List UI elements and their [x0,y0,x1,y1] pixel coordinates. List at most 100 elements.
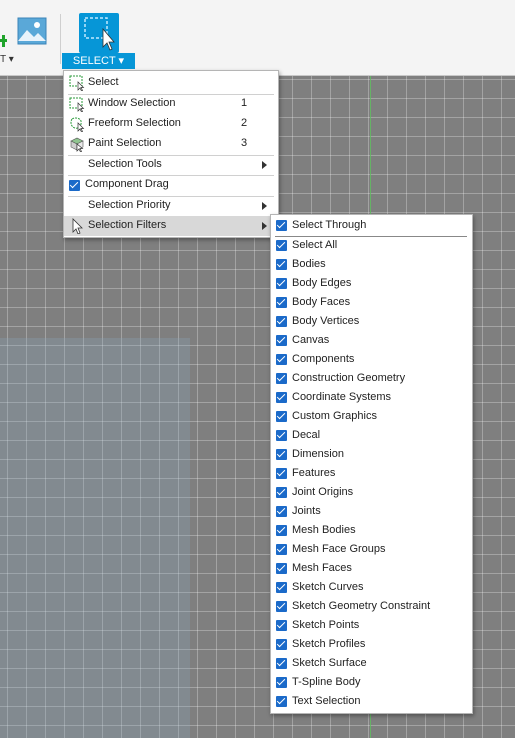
filter-item-label: Text Selection [292,695,361,707]
filter-item-t-spline-body[interactable]: T-Spline Body [271,673,472,692]
filter-item-label: Select All [292,239,338,251]
checkbox-checked-icon[interactable] [276,487,287,498]
menu-item-label: Window Selection [88,97,176,109]
filter-item-sketch-profiles[interactable]: Sketch Profiles [271,635,472,654]
checkbox-checked-icon[interactable] [276,544,287,555]
filter-item-joints[interactable]: Joints [271,502,472,521]
toolbar-separator [60,14,61,64]
checkbox-checked-icon[interactable] [276,316,287,327]
filter-item-label: Body Edges [292,277,352,289]
filter-item-label: Mesh Faces [292,562,352,574]
filter-item-label: Dimension [292,448,344,460]
filter-item-label: Bodies [292,258,326,270]
filter-item-label: Custom Graphics [292,410,377,422]
filter-item-features[interactable]: Features [271,464,472,483]
filter-item-label: Sketch Curves [292,581,364,593]
checkbox-checked-icon[interactable] [276,259,287,270]
filter-item-components[interactable]: Components [271,350,472,369]
menu-item-paint-selection[interactable]: Paint Selection 3 [64,134,278,154]
checkbox-checked-icon[interactable] [69,180,80,191]
filter-item-canvas[interactable]: Canvas [271,331,472,350]
filter-item-bodies[interactable]: Bodies [271,255,472,274]
filter-item-mesh-bodies[interactable]: Mesh Bodies [271,521,472,540]
checkbox-checked-icon[interactable] [276,430,287,441]
menu-item-select[interactable]: Select [64,73,278,93]
filter-item-sketch-curves[interactable]: Sketch Curves [271,578,472,597]
menu-item-label: Selection Filters [88,219,167,231]
checkbox-checked-icon[interactable] [276,639,287,650]
select-tool-button[interactable] [79,13,119,53]
filter-item-joint-origins[interactable]: Joint Origins [271,483,472,502]
menu-item-freeform-selection[interactable]: Freeform Selection 2 [64,114,278,134]
filter-item-custom-graphics[interactable]: Custom Graphics [271,407,472,426]
filter-item-label: Body Faces [292,296,351,308]
menu-item-selection-filters[interactable]: Selection Filters [64,216,278,236]
insert-dropdown[interactable]: T ▾ [0,54,14,65]
filter-item-decal[interactable]: Decal [271,426,472,445]
filter-item-dimension[interactable]: Dimension [271,445,472,464]
filter-item-label: Sketch Surface [292,657,367,669]
checkbox-checked-icon[interactable] [276,563,287,574]
checkbox-checked-icon[interactable] [276,506,287,517]
select-dropdown-button[interactable]: SELECT ▾ [62,53,135,69]
submenu-arrow-icon [262,202,267,210]
menu-item-window-selection[interactable]: Window Selection 1 [64,94,278,114]
checkbox-checked-icon[interactable] [276,335,287,346]
checkbox-checked-icon[interactable] [276,449,287,460]
menu-item-selection-tools[interactable]: Selection Tools [64,155,278,175]
checkbox-checked-icon[interactable] [276,468,287,479]
menu-item-label: Selection Tools [88,158,162,170]
filter-item-select-all[interactable]: Select All [271,236,472,255]
filter-item-label: Mesh Bodies [292,524,356,536]
filter-item-mesh-face-groups[interactable]: Mesh Face Groups [271,540,472,559]
checkbox-checked-icon[interactable] [276,240,287,251]
filter-item-body-faces[interactable]: Body Faces [271,293,472,312]
menu-item-label: Freeform Selection [88,117,181,129]
cursor-arrow-icon [72,218,83,234]
filter-item-label: Joint Origins [292,486,354,498]
checkbox-checked-icon[interactable] [276,220,287,231]
filter-item-construction-geometry[interactable]: Construction Geometry [271,369,472,388]
freeform-selection-icon [70,117,85,132]
filter-item-select-through[interactable]: Select Through [271,216,472,235]
filter-item-label: Components [292,353,355,365]
toolbar: T ▾ SELECT ▾ [0,0,515,76]
filter-item-label: Canvas [292,334,330,346]
paint-selection-icon [70,137,84,152]
checkbox-checked-icon[interactable] [276,354,287,365]
checkbox-checked-icon[interactable] [276,677,287,688]
filter-item-sketch-surface[interactable]: Sketch Surface [271,654,472,673]
filter-item-label: T-Spline Body [292,676,361,688]
checkbox-checked-icon[interactable] [276,392,287,403]
checkbox-checked-icon[interactable] [276,373,287,384]
checkbox-checked-icon[interactable] [276,411,287,422]
shortcut-key: 2 [241,117,248,129]
checkbox-checked-icon[interactable] [276,696,287,707]
menu-item-selection-priority[interactable]: Selection Priority [64,196,278,216]
model-face[interactable] [0,338,190,738]
checkbox-checked-icon[interactable] [276,297,287,308]
filter-item-body-edges[interactable]: Body Edges [271,274,472,293]
checkbox-checked-icon[interactable] [276,582,287,593]
filter-item-body-vertices[interactable]: Body Vertices [271,312,472,331]
checkbox-checked-icon[interactable] [276,601,287,612]
filter-item-coordinate-systems[interactable]: Coordinate Systems [271,388,472,407]
filter-item-sketch-points[interactable]: Sketch Points [271,616,472,635]
filter-item-label: Features [292,467,336,479]
window-select-icon [84,17,115,51]
filter-item-sketch-geometry-constraint[interactable]: Sketch Geometry Constraint [271,597,472,616]
checkbox-checked-icon[interactable] [276,620,287,631]
checkbox-checked-icon[interactable] [276,658,287,669]
filter-item-mesh-faces[interactable]: Mesh Faces [271,559,472,578]
shortcut-key: 3 [241,137,248,149]
filter-item-label: Sketch Geometry Constraint [292,600,431,612]
filter-item-text-selection[interactable]: Text Selection [271,692,472,711]
insert-image-icon[interactable] [17,17,47,45]
menu-item-component-drag[interactable]: Component Drag [64,175,278,195]
checkbox-checked-icon[interactable] [276,278,287,289]
plus-icon[interactable] [0,35,8,47]
filter-item-label: Mesh Face Groups [292,543,386,555]
filter-item-label: Construction Geometry [292,372,406,384]
window-selection-icon [69,97,85,112]
checkbox-checked-icon[interactable] [276,525,287,536]
